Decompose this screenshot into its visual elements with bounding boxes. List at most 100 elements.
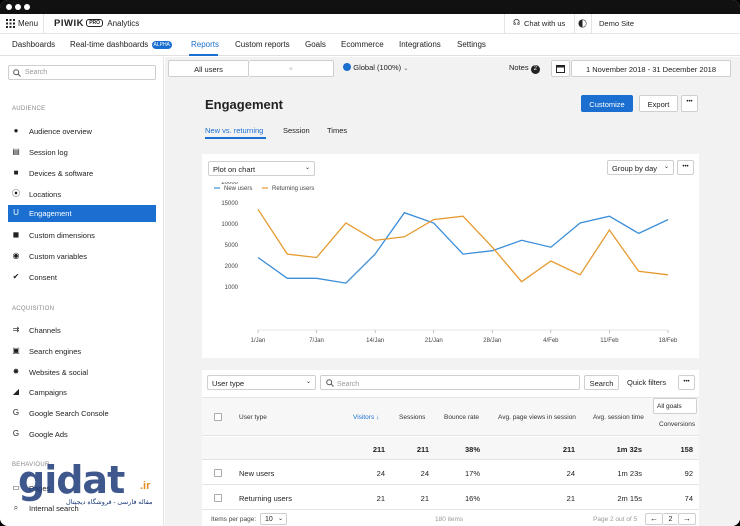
window-dot-icon[interactable] [24, 4, 30, 10]
sidebar-search-input[interactable]: Search [8, 65, 156, 80]
x-tick-label: 7/Jan [309, 338, 324, 344]
table-row[interactable]: New users 24 24 17% 24 1m 23s 92 [202, 461, 699, 485]
sidebar-item-locations[interactable]: ⦿ Locations [8, 186, 156, 203]
sidebar-item-label: Engagement [29, 209, 72, 218]
sidebar-item-websites-social[interactable]: ✸ Websites & social [8, 364, 156, 381]
row-sessions: 21 [420, 494, 429, 503]
window-dot-icon[interactable] [6, 4, 12, 10]
sidebar-item-channels[interactable]: ⇉ Channels [8, 322, 156, 339]
tab-session[interactable]: Session [283, 126, 310, 135]
y-tick-label: 1000 [225, 285, 239, 291]
sidebar-item-campaigns[interactable]: ◢ Campaigns [8, 384, 156, 401]
site-selector[interactable]: Demo Site [574, 14, 740, 33]
tab-times[interactable]: Times [327, 126, 347, 135]
column-header-sessions[interactable]: Sessions [399, 414, 425, 421]
search-engines-icon: ▣ [12, 346, 20, 355]
chat-button[interactable]: ☊ Chat with us [504, 14, 574, 33]
sidebar: Search AUDIENCE ● Audience overview ▤ Sess… [0, 57, 164, 526]
nav-ecommerce[interactable]: Ecommerce [341, 40, 384, 49]
sidebar-item-devices[interactable]: ■ Devices & software [8, 165, 156, 182]
nav-settings[interactable]: Settings [457, 40, 486, 49]
column-header-user-type[interactable]: User type [239, 414, 267, 421]
headset-icon: ☊ [513, 18, 521, 27]
more-options-button[interactable]: ••• [681, 95, 698, 112]
customize-button[interactable]: Customize [581, 95, 633, 112]
items-per-page-label: Items per page: [211, 516, 257, 523]
row-bounce-rate: 17% [464, 469, 480, 478]
date-range-selector[interactable]: 1 November 2018 - 31 December 2018 [571, 60, 731, 77]
column-header-visitors[interactable]: Visitors ↓ [353, 414, 379, 421]
previous-page-button[interactable]: ← [645, 513, 663, 525]
chevron-down-icon: ⌄ [277, 516, 283, 522]
globe-icon [343, 63, 351, 71]
sidebar-item-engagement[interactable]: U Engagement [8, 205, 156, 222]
select-all-checkbox[interactable] [214, 413, 222, 421]
add-segment-button[interactable]: + [249, 60, 334, 77]
sidebar-item-custom-variables[interactable]: ◉ Custom variables [8, 248, 156, 265]
sidebar-item-label: Campaigns [29, 388, 67, 397]
websites-icon: ✸ [12, 367, 20, 376]
search-icon [13, 69, 21, 77]
export-button[interactable]: Export [639, 95, 678, 112]
dimension-select[interactable]: User type ⌄ [207, 375, 316, 390]
notes-button[interactable]: Notes 2 [509, 63, 540, 74]
row-checkbox[interactable] [214, 469, 222, 477]
sidebar-item-label: Locations [29, 190, 62, 199]
total-conversions: 158 [680, 445, 693, 454]
chart-more-button[interactable]: ••• [677, 160, 694, 175]
grid-menu-icon [6, 19, 15, 28]
table-more-button[interactable]: ••• [678, 375, 695, 390]
sort-descending-icon: ↓ [376, 414, 380, 421]
x-tick-label: 4/Feb [543, 338, 559, 344]
items-per-page-select[interactable]: 10 ⌄ [260, 513, 287, 525]
table-search-input[interactable]: Search [320, 375, 580, 390]
menu-button[interactable]: Menu [0, 14, 44, 33]
nav-dashboards[interactable]: Dashboards [12, 40, 55, 49]
plot-on-chart-select[interactable]: Plot on chart ⌄ [208, 161, 315, 176]
nav-custom-reports[interactable]: Custom reports [235, 40, 290, 49]
sidebar-item-label: Consent [29, 273, 57, 282]
column-header-bounce-rate[interactable]: Bounce rate [444, 414, 479, 421]
sidebar-item-label: Google Search Console [29, 409, 109, 418]
sidebar-item-audience-overview[interactable]: ● Audience overview [8, 123, 156, 140]
total-visitors: 211 [372, 445, 385, 454]
chevron-down-icon: ⌄ [403, 66, 409, 72]
calendar-button[interactable] [551, 60, 570, 77]
column-header-conversions[interactable]: Conversions [659, 421, 695, 428]
log-icon: ▤ [12, 147, 20, 156]
megaphone-icon: ◢ [12, 387, 20, 396]
row-checkbox[interactable] [214, 494, 222, 502]
x-tick-label: 28/Jan [483, 338, 501, 344]
quick-filters-button[interactable]: Quick filters [627, 378, 666, 387]
table-footer: Items per page: 10 ⌄ 180 items Page 2 ou… [202, 511, 699, 526]
column-header-session-time[interactable]: Avg. session time [593, 414, 644, 421]
site-name: Demo Site [599, 19, 635, 28]
sidebar-item-custom-dimensions[interactable]: ◼ Custom dimensions [8, 227, 156, 244]
current-page-input[interactable]: 2 [663, 513, 678, 525]
segment-selector[interactable]: All users [168, 60, 249, 77]
tab-new-vs-returning[interactable]: New vs. returning [205, 126, 263, 135]
nav-integrations[interactable]: Integrations [399, 40, 441, 49]
sidebar-item-consent[interactable]: ✔ Consent [8, 269, 156, 286]
table-row[interactable]: Returning users 21 21 16% 21 2m 15s 74 [202, 486, 699, 510]
sidebar-item-search-engines[interactable]: ▣ Search engines [8, 343, 156, 360]
legend-label: New users [224, 186, 252, 192]
nav-reports[interactable]: Reports [191, 40, 219, 49]
calendar-icon [556, 65, 565, 73]
search-button[interactable]: Search [584, 375, 619, 390]
sidebar-item-google-ads[interactable]: G Google Ads [8, 426, 156, 443]
next-page-button[interactable]: → [678, 513, 696, 525]
column-header-page-views[interactable]: Avg. page views in session [498, 414, 576, 421]
watermark-tld: .ir [140, 480, 151, 492]
x-tick-label: 11/Feb [600, 338, 619, 344]
goal-select[interactable]: All goals [653, 398, 697, 414]
piwik-logo[interactable]: PIWIK PRO Analytics [54, 18, 139, 29]
sidebar-item-google-search-console[interactable]: G Google Search Console [8, 405, 156, 422]
group-by-select[interactable]: Group by day ⌄ [607, 160, 674, 175]
app-window: Menu PIWIK PRO Analytics ☊ Chat with us … [0, 0, 740, 526]
scope-selector[interactable]: Global (100%) ⌄ [343, 63, 408, 75]
nav-realtime-dashboards[interactable]: Real-time dashboards ALPHA [70, 40, 172, 49]
sidebar-item-session-log[interactable]: ▤ Session log [8, 144, 156, 161]
nav-goals[interactable]: Goals [305, 40, 326, 49]
window-dot-icon[interactable] [15, 4, 21, 10]
